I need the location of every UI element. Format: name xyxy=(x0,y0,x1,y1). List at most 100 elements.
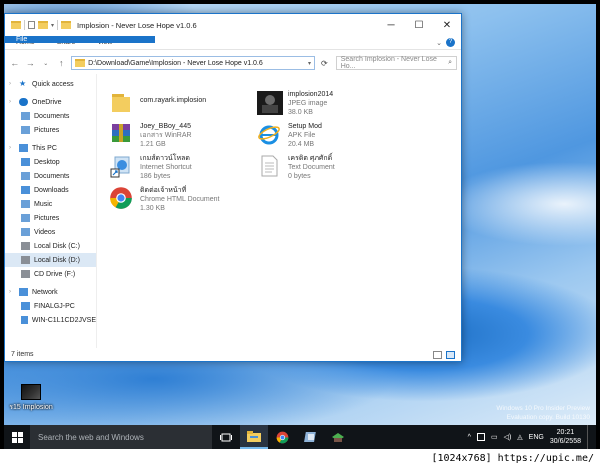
battery-icon[interactable]: ▭ xyxy=(491,433,498,441)
show-desktop-button[interactable] xyxy=(587,425,590,449)
chrome-icon xyxy=(109,186,135,212)
up-button[interactable]: ↑ xyxy=(56,58,68,68)
file-item[interactable]: Setup Mod APK File 20.4 MB xyxy=(257,122,407,149)
clock-time: 20:21 xyxy=(556,429,575,436)
taskbar-app-1[interactable] xyxy=(296,425,324,449)
expand-chevron-icon[interactable]: › xyxy=(9,81,15,87)
input-language[interactable]: ENG xyxy=(529,434,544,441)
sidebar-item-local-disk-c[interactable]: Local Disk (C:) xyxy=(5,239,96,253)
sidebar-item-label: Downloads xyxy=(34,186,69,194)
navigation-pane: › ★ Quick access › OneDrive Documents Pictures… xyxy=(5,74,97,348)
expand-chevron-icon[interactable]: › xyxy=(9,145,15,151)
expand-chevron-icon[interactable]: › xyxy=(9,99,15,105)
clock[interactable]: 20:21 30/6/2558 xyxy=(550,428,581,446)
cd-drive-icon xyxy=(21,270,30,278)
expand-ribbon-icon[interactable]: ⌄ xyxy=(436,39,442,47)
show-hidden-icons-icon[interactable]: ^ xyxy=(468,434,471,441)
sidebar-item-label: Pictures xyxy=(34,126,60,134)
folder-icon xyxy=(75,59,86,67)
sidebar-item-local-disk-d[interactable]: Local Disk (D:) xyxy=(5,253,96,267)
title-bar[interactable]: ▾ Implosion - Never Lose Hope v1.0.6 ─ ☐… xyxy=(5,14,461,36)
properties-icon[interactable] xyxy=(28,21,35,29)
installer-icon xyxy=(332,433,344,442)
large-icons-view-icon[interactable] xyxy=(446,350,455,359)
minimize-button[interactable]: ─ xyxy=(377,14,405,36)
desktop-shortcut-implosion[interactable]: ร15 Implosion xyxy=(6,384,56,413)
maximize-button[interactable]: ☐ xyxy=(405,14,433,36)
taskbar-chrome[interactable] xyxy=(268,425,296,449)
expand-chevron-icon[interactable]: › xyxy=(9,289,15,295)
sidebar-item-label: Desktop xyxy=(34,158,60,166)
sidebar-item-label: Network xyxy=(32,288,58,296)
sidebar-item-documents[interactable]: Documents xyxy=(5,169,96,183)
sidebar-item-this-pc[interactable]: › This PC xyxy=(5,141,96,155)
recent-locations-button[interactable]: ⌄ xyxy=(40,60,52,67)
windows-watermark: Windows 10 Pro Insider Preview Evaluatio… xyxy=(480,404,590,422)
downloads-folder-icon xyxy=(21,186,30,194)
file-name: เครดิต ศุภศักดิ์ xyxy=(288,155,333,162)
taskbar-search-box[interactable]: Search the web and Windows xyxy=(30,425,212,449)
file-item[interactable]: implosion2014 JPEG image 38.0 KB xyxy=(257,90,407,117)
taskbar-search-placeholder: Search the web and Windows xyxy=(38,432,144,442)
image-thumbnail-icon xyxy=(257,90,283,116)
action-center-icon[interactable] xyxy=(476,433,485,441)
task-view-button[interactable] xyxy=(212,425,240,449)
address-dropdown-icon[interactable]: ▾ xyxy=(308,60,311,67)
details-view-icon[interactable] xyxy=(433,350,442,359)
sidebar-item-documents[interactable]: Documents xyxy=(5,109,96,123)
customize-toolbar-icon[interactable]: ▾ xyxy=(51,22,54,29)
address-row: ← → ⌄ ↑ D:\Download\Game\Implosion - Nev… xyxy=(5,54,461,72)
start-button[interactable] xyxy=(4,425,30,449)
file-item[interactable]: เกมส์ดาวน์โหลด Internet Shortcut 186 bytes xyxy=(109,154,259,181)
game-shortcut-icon xyxy=(21,384,41,400)
sidebar-item-music[interactable]: Music xyxy=(5,197,96,211)
back-button[interactable]: ← xyxy=(9,58,21,68)
sidebar-item-label: OneDrive xyxy=(32,98,62,106)
close-button[interactable]: ✕ xyxy=(433,14,461,36)
volume-icon[interactable]: ◁) xyxy=(504,433,512,441)
sidebar-item-win-c1l1cd2jvse[interactable]: WIN-C1L1CD2JVSE xyxy=(5,313,96,327)
sidebar-item-network[interactable]: › Network xyxy=(5,285,96,299)
chrome-icon xyxy=(276,431,288,443)
documents-folder-icon xyxy=(21,172,30,180)
sidebar-item-quick-access[interactable]: › ★ Quick access xyxy=(5,77,96,91)
help-icon[interactable]: ? xyxy=(446,38,455,47)
file-explorer-window: ▾ Implosion - Never Lose Hope v1.0.6 ─ ☐… xyxy=(4,13,462,362)
item-count: 7 items xyxy=(11,351,34,358)
file-meta: เกมส์ดาวน์โหลด Internet Shortcut 186 bytes xyxy=(140,154,192,181)
file-type: APK File xyxy=(288,132,316,139)
network-status-icon[interactable]: ◬ xyxy=(517,433,522,441)
new-folder-icon[interactable] xyxy=(38,21,48,29)
sidebar-item-finalgj-pc[interactable]: FINALGJ-PC xyxy=(5,299,96,313)
file-item[interactable]: com.rayark.implosion xyxy=(109,90,259,116)
tab-file[interactable]: File xyxy=(5,36,155,43)
taskbar: Search the web and Windows ^ ▭ ◁) ◬ ENG … xyxy=(4,425,596,449)
address-bar[interactable]: D:\Download\Game\Implosion - Never Lose … xyxy=(71,56,316,70)
sidebar-item-downloads[interactable]: Downloads xyxy=(5,183,96,197)
file-item[interactable]: ติดต่อเจ้าหน้าที่ Chrome HTML Document 1.3… xyxy=(109,186,259,213)
taskbar-app-2[interactable] xyxy=(324,425,352,449)
file-type: Chrome HTML Document xyxy=(140,196,220,203)
sidebar-item-desktop[interactable]: Desktop xyxy=(5,155,96,169)
file-meta: Joey_BBoy_445 เอกสาร WinRAR 1.21 GB xyxy=(140,122,192,149)
sidebar-item-cd-drive-f[interactable]: CD Drive (F:) xyxy=(5,267,96,281)
pictures-folder-icon xyxy=(21,214,30,222)
desktop-folder-icon xyxy=(21,158,30,166)
sidebar-item-pictures[interactable]: Pictures xyxy=(5,123,96,137)
sidebar-item-videos[interactable]: Videos xyxy=(5,225,96,239)
search-icon: ⌕ xyxy=(448,59,453,66)
search-input[interactable]: Search Implosion - Never Lose Ho... ⌕ xyxy=(335,56,458,70)
forward-button[interactable]: → xyxy=(25,58,37,68)
sidebar-item-label: This PC xyxy=(32,144,57,152)
sidebar-item-onedrive[interactable]: › OneDrive xyxy=(5,95,96,109)
refresh-button[interactable]: ⟳ xyxy=(321,59,328,68)
videos-folder-icon xyxy=(21,228,30,236)
monitor-icon xyxy=(21,302,30,310)
search-placeholder: Search Implosion - Never Lose Ho... xyxy=(340,56,437,70)
file-item[interactable]: Joey_BBoy_445 เอกสาร WinRAR 1.21 GB xyxy=(109,122,259,149)
sidebar-item-pictures[interactable]: Pictures xyxy=(5,211,96,225)
file-name: เกมส์ดาวน์โหลด xyxy=(140,155,190,162)
sidebar-item-label: Videos xyxy=(34,228,56,236)
file-item[interactable]: เครดิต ศุภศักดิ์ Text Document 0 bytes xyxy=(257,154,407,181)
taskbar-file-explorer[interactable] xyxy=(240,425,268,449)
